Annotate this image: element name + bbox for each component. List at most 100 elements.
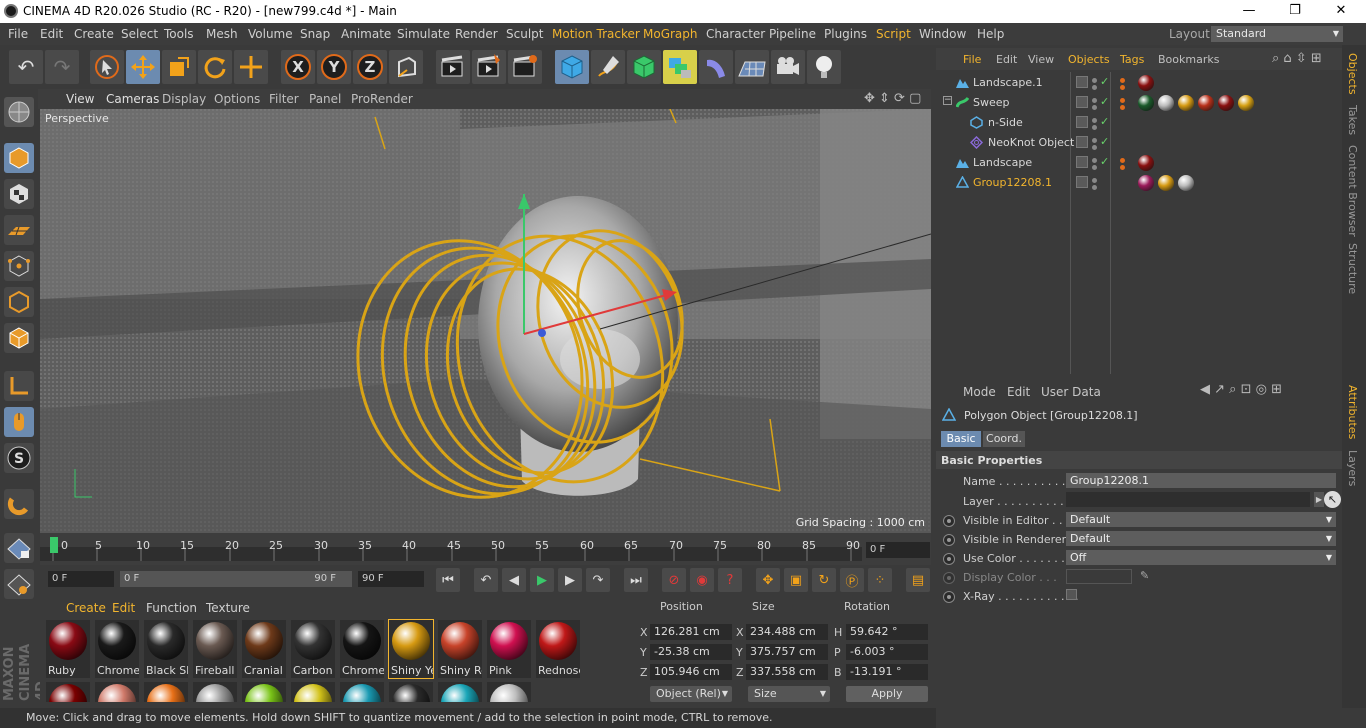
attr-menu-mode[interactable]: Mode bbox=[963, 385, 996, 399]
render-to-picture-viewer-button[interactable] bbox=[472, 50, 506, 84]
editor-visibility-dot[interactable] bbox=[1092, 78, 1097, 83]
x-ray-checkbox[interactable] bbox=[1066, 589, 1077, 600]
editor-visibility-dot[interactable] bbox=[1092, 118, 1097, 123]
layer-checkbox[interactable] bbox=[1076, 116, 1088, 128]
record-position-button[interactable]: ✥ bbox=[756, 568, 780, 592]
cube-object-button[interactable] bbox=[555, 50, 589, 84]
visible-in-editor-radio[interactable] bbox=[943, 515, 955, 527]
go-to-next-keyframe-button[interactable]: ↷ bbox=[586, 568, 610, 592]
enabled-check-icon[interactable]: ✓ bbox=[1100, 135, 1109, 148]
obj-menu-file[interactable]: File bbox=[963, 53, 981, 66]
record-rotation-button[interactable]: ↻ bbox=[812, 568, 836, 592]
enabled-check-icon[interactable]: ✓ bbox=[1100, 115, 1109, 128]
material-swatch[interactable]: Chrome bbox=[340, 620, 384, 678]
render-visibility-dot[interactable] bbox=[1092, 145, 1097, 150]
editor-visibility-dot[interactable] bbox=[1092, 98, 1097, 103]
material-swatch[interactable]: Ruby bbox=[46, 620, 90, 678]
material-swatch[interactable] bbox=[144, 682, 188, 702]
obj-menu-objects[interactable]: Objects bbox=[1068, 53, 1110, 66]
material-tag-icon[interactable] bbox=[1178, 175, 1194, 191]
render-view-button[interactable] bbox=[436, 50, 470, 84]
material-swatch[interactable]: Chrome bbox=[95, 620, 139, 678]
minimize-button[interactable]: — bbox=[1226, 2, 1272, 20]
name-field[interactable]: Group12208.1 bbox=[1066, 473, 1336, 488]
enabled-check-icon[interactable]: ✓ bbox=[1100, 95, 1109, 108]
menu-create[interactable]: Create bbox=[74, 27, 114, 41]
object-manager-nav-icons[interactable]: ⌕ ⌂ ⇳ ⊞ bbox=[1272, 51, 1322, 66]
render-visibility-dot[interactable] bbox=[1092, 125, 1097, 130]
visible-in-renderer-dropdown[interactable]: Default ▼ bbox=[1066, 531, 1336, 546]
layer-checkbox[interactable] bbox=[1076, 156, 1088, 168]
menu-select[interactable]: Select bbox=[121, 27, 158, 41]
material-swatch[interactable] bbox=[291, 682, 335, 702]
go-to-start-button[interactable]: ⏮ bbox=[436, 568, 460, 592]
previous-frame-button[interactable]: ◀ bbox=[502, 568, 526, 592]
use-color-radio[interactable] bbox=[943, 553, 955, 565]
object-row-neoknot[interactable]: NeoKnot Object ✓ bbox=[940, 133, 1338, 153]
layer-checkbox[interactable] bbox=[1076, 136, 1088, 148]
close-button[interactable]: ✕ bbox=[1318, 2, 1364, 20]
render-settings-button[interactable] bbox=[508, 50, 542, 84]
maximize-button[interactable]: ❐ bbox=[1272, 2, 1318, 20]
menu-pipeline[interactable]: Pipeline bbox=[769, 27, 816, 41]
viewport-nav-icons[interactable]: ✥ ⇕ ⟳ ▢ bbox=[864, 91, 921, 106]
tab-structure[interactable]: Structure bbox=[1346, 243, 1359, 294]
display-color-swatch[interactable] bbox=[1066, 569, 1132, 584]
layer-menu-arrow[interactable]: ▶ bbox=[1314, 492, 1324, 507]
tab-layers[interactable]: Layers bbox=[1346, 450, 1359, 486]
material-swatch[interactable]: Shiny Ye bbox=[388, 619, 434, 679]
material-swatch[interactable] bbox=[340, 682, 384, 702]
material-tag-icon[interactable] bbox=[1178, 95, 1194, 111]
material-swatch[interactable] bbox=[487, 682, 531, 702]
rotation-p-field[interactable]: -6.003 ° bbox=[846, 644, 928, 660]
material-tag-icon[interactable] bbox=[1138, 155, 1154, 171]
material-swatch[interactable]: Pink bbox=[487, 620, 531, 678]
menu-motion-tracker[interactable]: Motion Tracker bbox=[552, 27, 640, 41]
record-parameter-button[interactable]: Ⓟ bbox=[840, 568, 864, 592]
layer-field[interactable] bbox=[1066, 492, 1310, 507]
mat-menu-function[interactable]: Function bbox=[146, 601, 197, 615]
vp-menu-panel[interactable]: Panel bbox=[309, 92, 341, 106]
render-visibility-dot[interactable] bbox=[1092, 105, 1097, 110]
material-swatch[interactable] bbox=[242, 682, 286, 702]
tab-attributes[interactable]: Attributes bbox=[1346, 385, 1359, 439]
attribute-nav-icons[interactable]: ◀ ↗ ⌕ ⊡ ◎ ⊞ bbox=[1200, 382, 1282, 397]
edges-mode-button[interactable] bbox=[4, 287, 34, 317]
material-swatch[interactable] bbox=[438, 682, 482, 702]
attr-menu-user-data[interactable]: User Data bbox=[1041, 385, 1101, 399]
record-active-objects-button[interactable]: ⊘ bbox=[662, 568, 686, 592]
go-to-end-button[interactable]: ⏭ bbox=[624, 568, 648, 592]
record-point-level-button[interactable]: ⁘ bbox=[868, 568, 892, 592]
obj-menu-edit[interactable]: Edit bbox=[996, 53, 1017, 66]
play-button[interactable]: ▶ bbox=[530, 568, 554, 592]
obj-menu-tags[interactable]: Tags bbox=[1120, 53, 1144, 66]
y-axis-lock-button[interactable]: Y bbox=[317, 50, 351, 84]
start-frame-field[interactable]: 0 F bbox=[48, 571, 114, 587]
material-tag-icon[interactable] bbox=[1218, 95, 1234, 111]
obj-menu-bookmarks[interactable]: Bookmarks bbox=[1158, 53, 1219, 66]
menu-sculpt[interactable]: Sculpt bbox=[506, 27, 543, 41]
vp-menu-view[interactable]: View bbox=[66, 92, 94, 106]
scale-tool-button[interactable] bbox=[162, 50, 196, 84]
z-axis-lock-button[interactable]: Z bbox=[353, 50, 387, 84]
visible-in-renderer-radio[interactable] bbox=[943, 534, 955, 546]
material-swatch[interactable]: Rednose bbox=[536, 620, 580, 678]
coordinate-system-button[interactable] bbox=[389, 50, 423, 84]
obj-menu-view[interactable]: View bbox=[1028, 53, 1054, 66]
enabled-check-icon[interactable]: ✓ bbox=[1100, 75, 1109, 88]
material-tag-icon[interactable] bbox=[1158, 95, 1174, 111]
menu-plugins[interactable]: Plugins bbox=[824, 27, 867, 41]
model-mode-button[interactable] bbox=[4, 143, 34, 173]
layer-checkbox[interactable] bbox=[1076, 96, 1088, 108]
material-tag-icon[interactable] bbox=[1138, 75, 1154, 91]
menu-render[interactable]: Render bbox=[455, 27, 498, 41]
locked-workplane-button[interactable] bbox=[4, 533, 34, 563]
display-color-radio[interactable] bbox=[943, 572, 955, 584]
mat-menu-texture[interactable]: Texture bbox=[206, 601, 250, 615]
enable-snap-button[interactable] bbox=[4, 489, 34, 519]
polygons-mode-button[interactable] bbox=[4, 323, 34, 353]
vp-menu-filter[interactable]: Filter bbox=[269, 92, 299, 106]
tab-content-browser[interactable]: Content Browser bbox=[1346, 145, 1359, 237]
points-mode-button[interactable] bbox=[4, 251, 34, 281]
camera-button[interactable] bbox=[771, 50, 805, 84]
